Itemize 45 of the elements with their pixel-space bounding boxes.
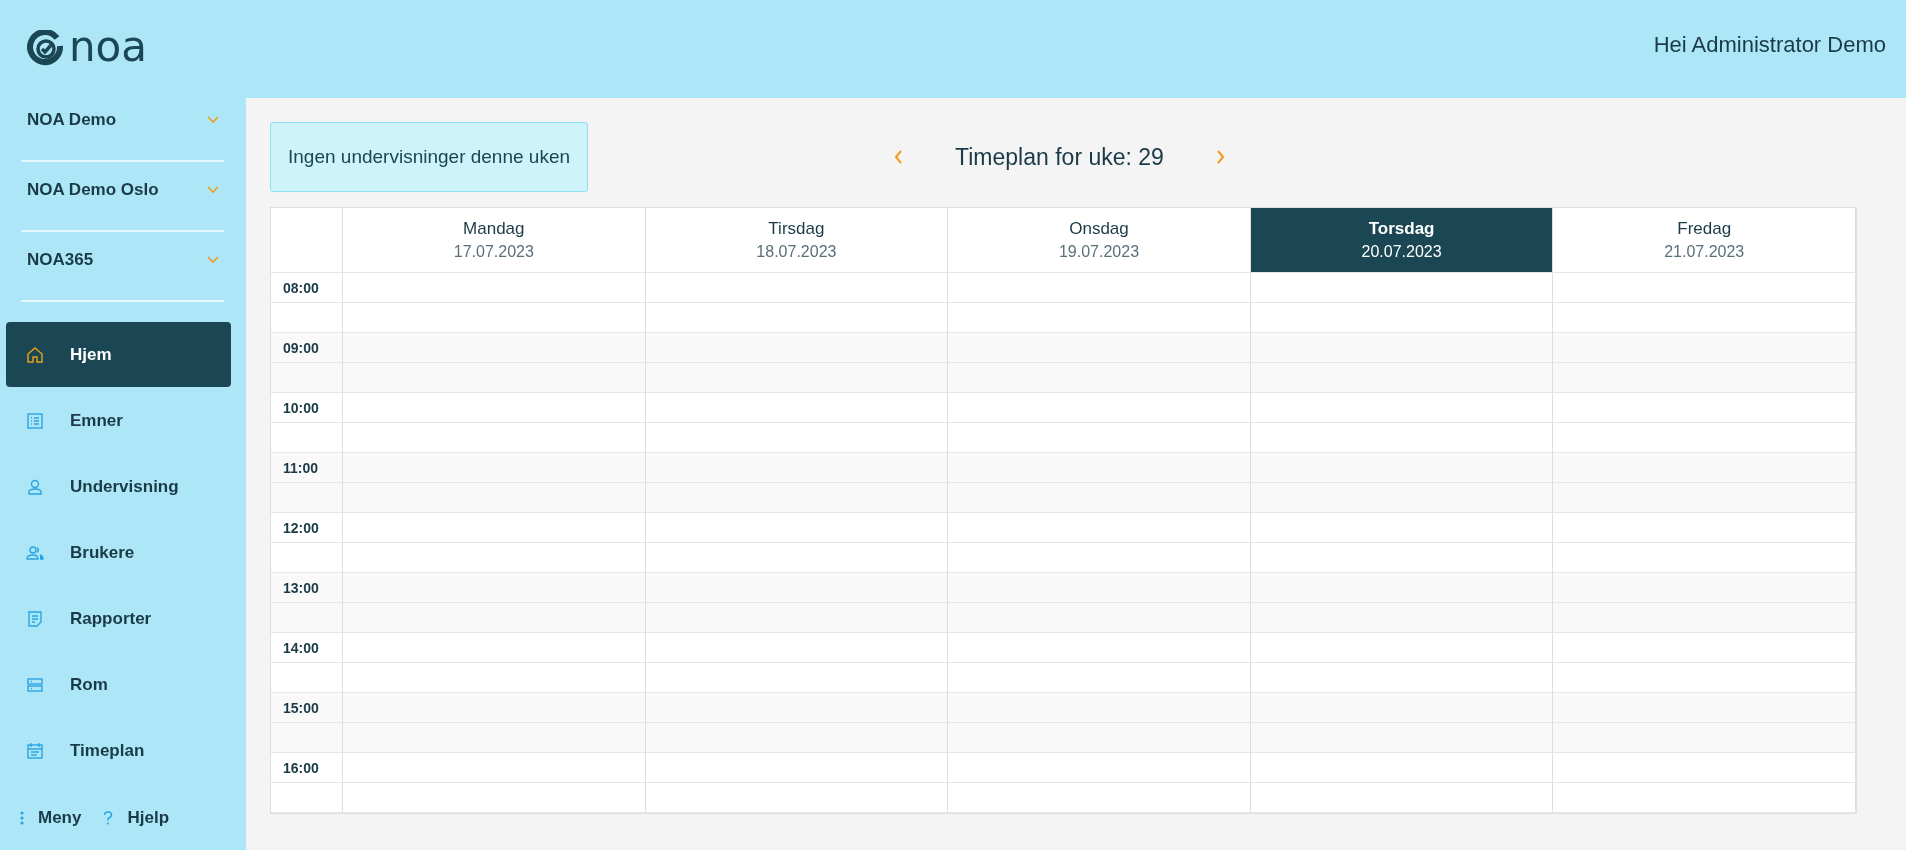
nav-item[interactable]: Rom <box>6 652 231 717</box>
nav-item[interactable]: Emner <box>6 388 231 453</box>
time-cell: 15:00 <box>271 693 343 723</box>
time-cell: 16:00 <box>271 753 343 783</box>
organization-dropdown[interactable]: NOA Demo Oslo <box>21 162 224 232</box>
week-title: Timeplan for uke: 29 <box>955 143 1164 171</box>
chevron-icon <box>207 116 219 124</box>
chevron-left-icon <box>894 150 904 164</box>
help-button[interactable]: Hjelp <box>103 808 170 828</box>
logo-icon <box>27 30 65 68</box>
nav-item[interactable]: Undervisning <box>6 454 231 519</box>
chevron-icon <box>207 186 219 194</box>
organization-dropdown[interactable]: NOA365 <box>21 232 224 302</box>
day-header: Torsdag 20.07.2023 <box>1250 208 1554 273</box>
more-icon <box>20 811 24 825</box>
calendar-icon <box>26 741 44 760</box>
time-cell: 08:00 <box>271 273 343 303</box>
day-header: Onsdag 19.07.2023 <box>948 208 1251 273</box>
day-header: Tirsdag 18.07.2023 <box>645 208 949 273</box>
help-icon <box>103 811 114 825</box>
time-cell: 13:00 <box>271 573 343 603</box>
time-cell: 12:00 <box>271 513 343 543</box>
chevron-right-icon <box>1215 150 1225 164</box>
greeting-text: Hei Administrator Demo <box>1653 32 1886 59</box>
report-icon <box>26 609 44 628</box>
chevron-icon <box>207 256 219 264</box>
organization-dropdown[interactable]: NOA Demo <box>21 92 224 162</box>
time-cell: 11:00 <box>271 453 343 483</box>
logo-text: noa <box>69 26 148 68</box>
list-icon <box>26 411 44 430</box>
nav-item[interactable]: Timeplan <box>6 718 231 783</box>
nav-item[interactable]: Brukere <box>6 520 231 585</box>
time-cell: 10:00 <box>271 393 343 423</box>
nav-item[interactable]: Rapporter <box>6 586 231 651</box>
notice-message: Ingen undervisninger denne uken <box>270 122 589 192</box>
menu-button[interactable]: Meny <box>20 808 82 828</box>
time-cell: 14:00 <box>271 633 343 663</box>
people-icon <box>26 543 44 562</box>
person-icon <box>26 477 44 496</box>
time-cell: 09:00 <box>271 333 343 363</box>
day-header: Mandag 17.07.2023 <box>343 208 646 273</box>
server-icon <box>26 675 44 694</box>
home-icon <box>26 345 44 364</box>
day-header: Fredag 21.07.2023 <box>1553 208 1856 273</box>
nav-item[interactable]: Hjem <box>6 322 231 387</box>
